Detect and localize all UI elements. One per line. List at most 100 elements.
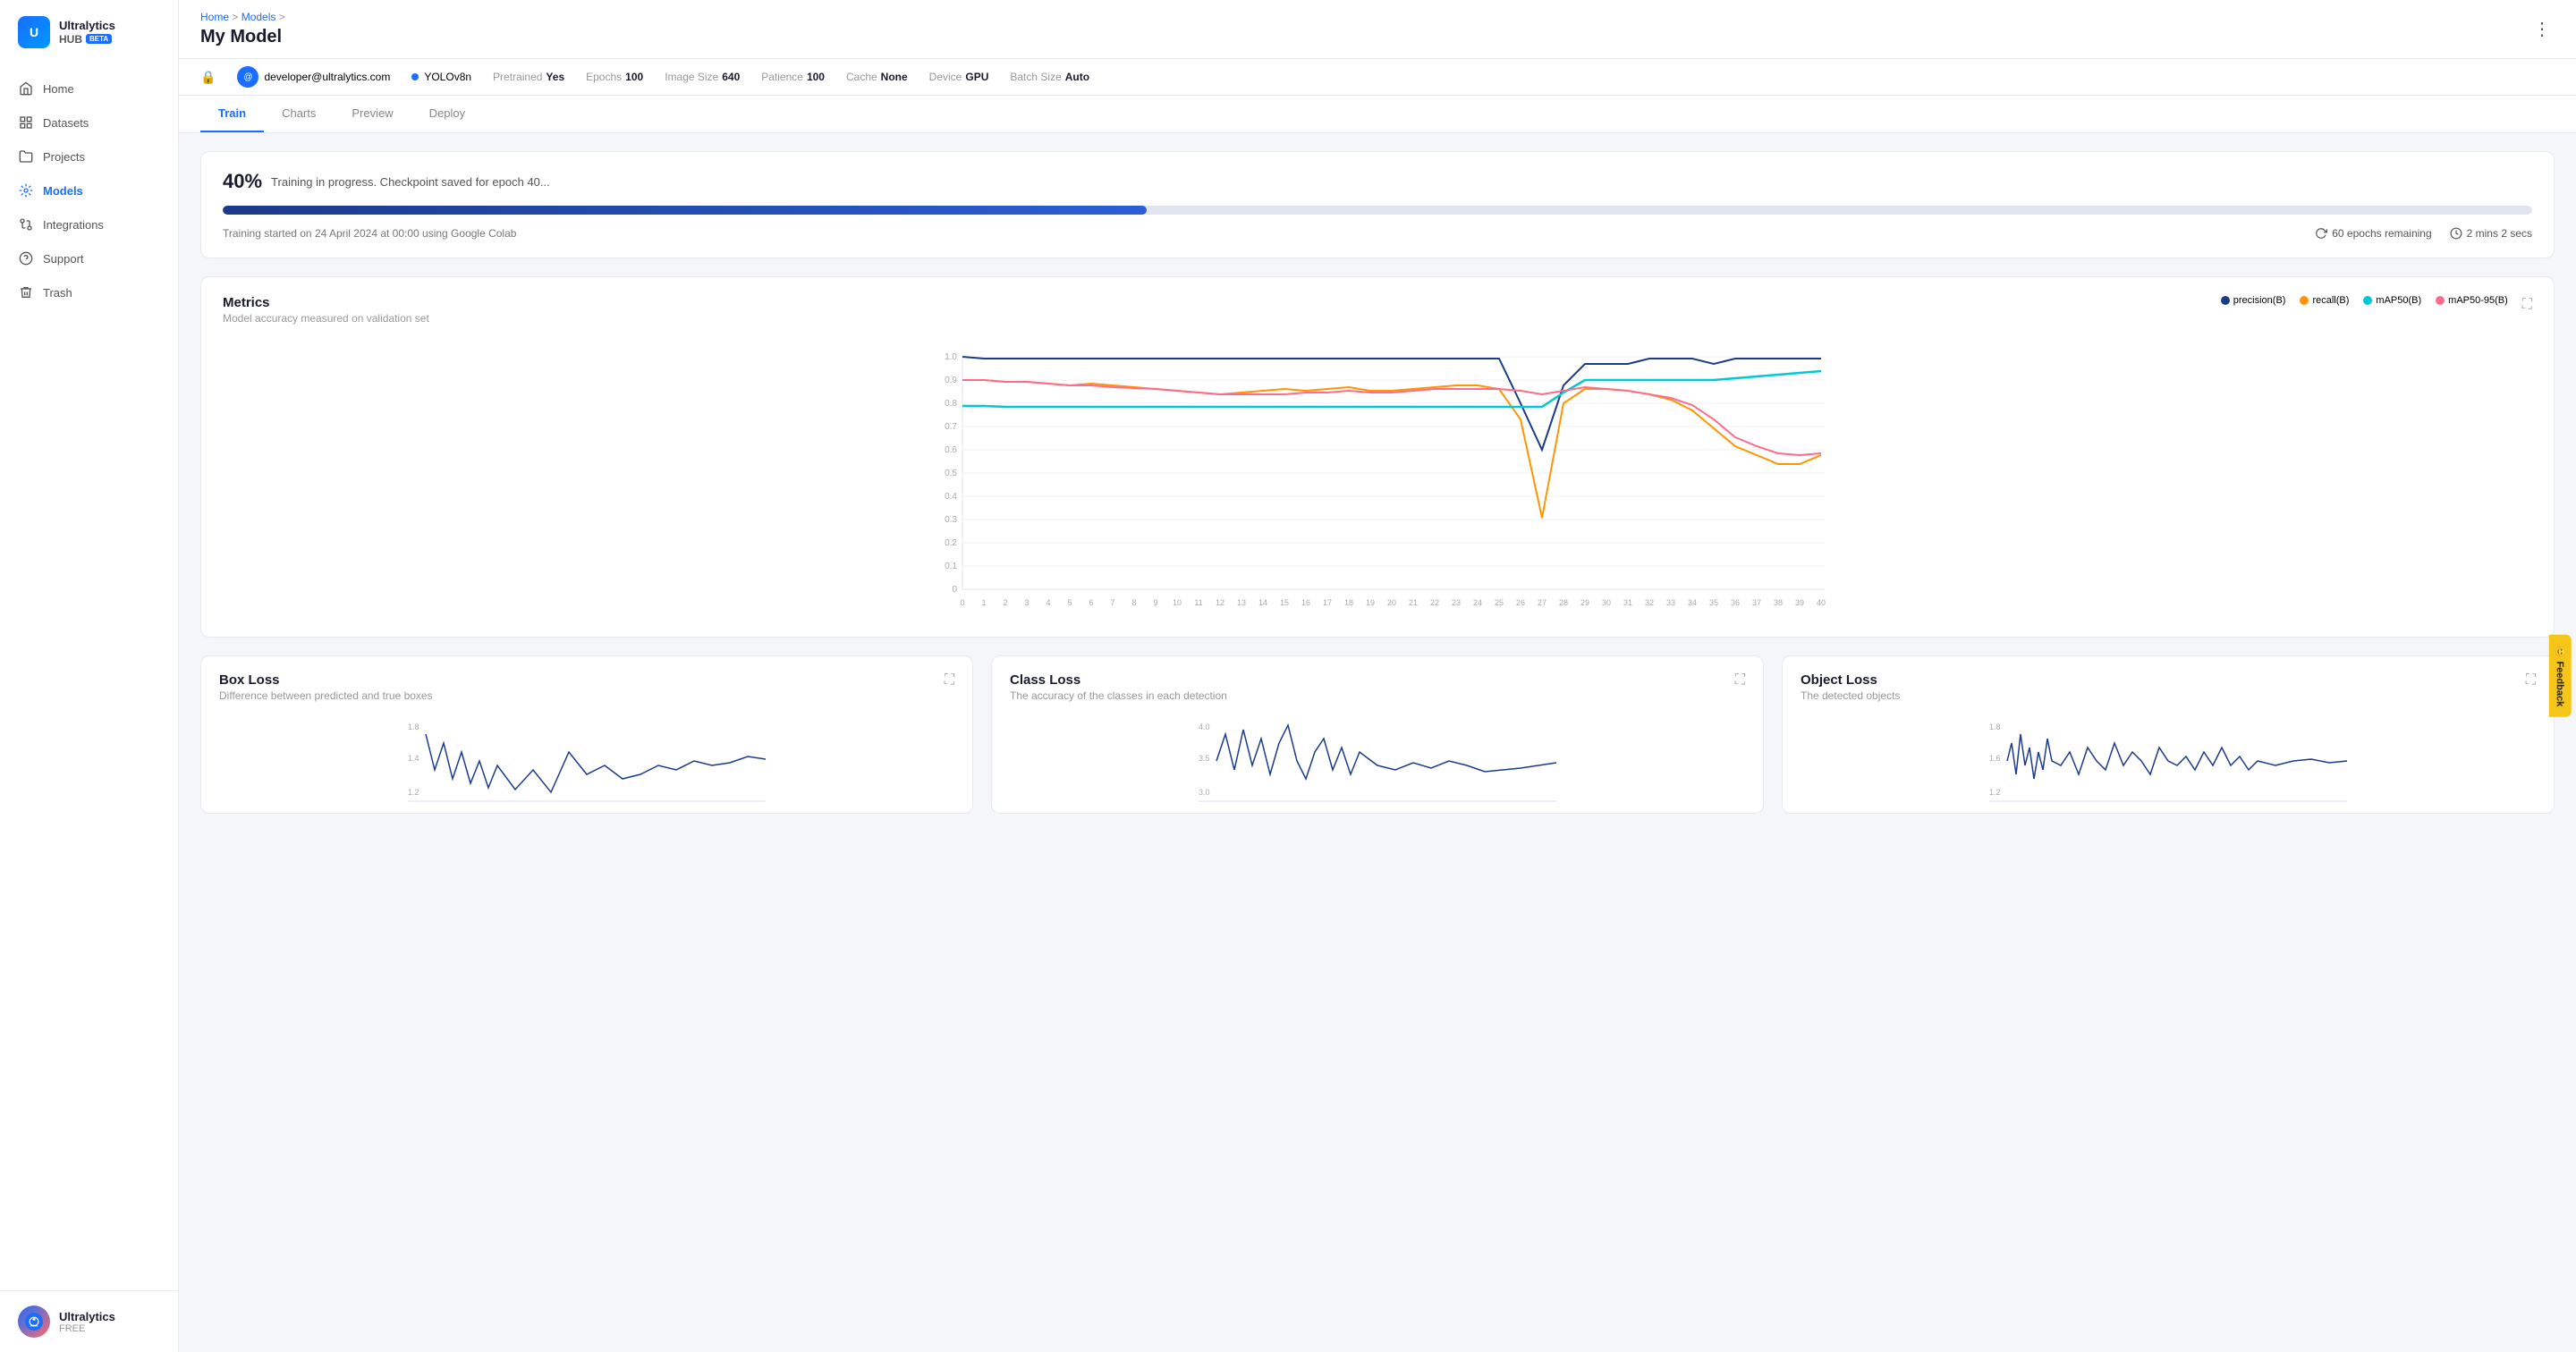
- svg-text:21: 21: [1409, 598, 1418, 607]
- user-badge: @ developer@ultralytics.com: [237, 66, 390, 88]
- svg-text:9: 9: [1153, 598, 1157, 607]
- svg-text:15: 15: [1280, 598, 1289, 607]
- models-icon: [18, 182, 34, 199]
- image-size-label: Image Size: [665, 71, 718, 83]
- sidebar-item-models[interactable]: Models: [0, 173, 178, 207]
- sidebar-item-integrations[interactable]: Integrations: [0, 207, 178, 241]
- svg-text:5: 5: [1067, 598, 1072, 607]
- box-loss-title: Box Loss: [219, 672, 433, 688]
- model-info-bar: 🔒 @ developer@ultralytics.com YOLOv8n Pr…: [179, 59, 2576, 96]
- legend-map50: mAP50(B): [2363, 295, 2421, 306]
- svg-text:37: 37: [1752, 598, 1761, 607]
- legend-dot-recall: [2300, 296, 2309, 305]
- svg-text:1.4: 1.4: [408, 754, 419, 763]
- class-loss-title: Class Loss: [1010, 672, 1227, 688]
- svg-text:38: 38: [1774, 598, 1783, 607]
- sidebar-item-trash-label: Trash: [43, 286, 72, 300]
- feedback-button[interactable]: 😊 Feedback: [2548, 635, 2571, 717]
- sidebar-nav: Home Datasets Projects: [0, 64, 178, 1290]
- logo-name: Ultralytics: [59, 19, 115, 33]
- svg-text:28: 28: [1559, 598, 1568, 607]
- svg-text:1.6: 1.6: [1989, 754, 2001, 763]
- epochs-value: 100: [625, 71, 643, 83]
- svg-text:7: 7: [1110, 598, 1114, 607]
- svg-text:26: 26: [1516, 598, 1525, 607]
- logo-hub-text: HUB: [59, 33, 82, 46]
- sidebar-footer: Ultralytics FREE: [0, 1290, 178, 1352]
- cache-value: None: [881, 71, 908, 83]
- sidebar-item-home[interactable]: Home: [0, 72, 178, 106]
- svg-text:0.3: 0.3: [945, 515, 957, 525]
- object-loss-svg: 1.8 1.6 1.2: [1801, 716, 2536, 806]
- image-size-value: 640: [722, 71, 740, 83]
- projects-icon: [18, 148, 34, 165]
- sidebar-item-datasets-label: Datasets: [43, 116, 89, 130]
- recall-line: [962, 380, 1821, 518]
- training-footer: Training started on 24 April 2024 at 00:…: [223, 227, 2532, 240]
- metrics-title-group: Metrics Model accuracy measured on valid…: [223, 295, 429, 325]
- svg-text:29: 29: [1580, 598, 1589, 607]
- training-header: 40% Training in progress. Checkpoint sav…: [223, 170, 2532, 193]
- svg-text:25: 25: [1495, 598, 1504, 607]
- logo-hub: HUB BETA: [59, 33, 115, 46]
- svg-text:19: 19: [1366, 598, 1375, 607]
- image-size-meta: Image Size 640: [665, 71, 740, 83]
- legend-label-map50: mAP50(B): [2376, 295, 2421, 306]
- box-loss-card: Box Loss Difference between predicted an…: [200, 655, 973, 814]
- svg-text:6: 6: [1089, 598, 1093, 607]
- metrics-expand-button[interactable]: ⛶: [2522, 297, 2532, 313]
- box-loss-subtitle: Difference between predicted and true bo…: [219, 689, 433, 702]
- more-options-button[interactable]: ⋮: [2529, 14, 2555, 44]
- sidebar-item-models-label: Models: [43, 184, 83, 198]
- svg-text:4.0: 4.0: [1199, 722, 1210, 731]
- tab-charts[interactable]: Charts: [264, 96, 334, 132]
- chart-legend: precision(B) recall(B) mAP50(B) mAP: [2221, 295, 2508, 306]
- time-remaining-text: 2 mins 2 secs: [2467, 227, 2532, 240]
- clock-icon: [2450, 227, 2462, 240]
- breadcrumb-home[interactable]: Home: [200, 11, 229, 23]
- sidebar-item-support[interactable]: Support: [0, 241, 178, 275]
- legend-precision: precision(B): [2221, 295, 2286, 306]
- object-loss-title: Object Loss: [1801, 672, 1900, 688]
- legend-dot-map50-95: [2436, 296, 2445, 305]
- metrics-title: Metrics: [223, 295, 429, 310]
- yolo-badge: YOLOv8n: [411, 71, 471, 83]
- yolo-dot-icon: [411, 73, 419, 80]
- legend-label-map50-95: mAP50-95(B): [2448, 295, 2508, 306]
- beta-badge: BETA: [86, 34, 112, 44]
- svg-text:0.9: 0.9: [945, 376, 957, 385]
- legend-label-precision: precision(B): [2233, 295, 2286, 306]
- patience-label: Patience: [761, 71, 803, 83]
- sidebar-item-projects[interactable]: Projects: [0, 139, 178, 173]
- breadcrumb-models[interactable]: Models: [242, 11, 276, 23]
- cache-meta: Cache None: [846, 71, 908, 83]
- training-date: Training started on 24 April 2024 at 00:…: [223, 227, 516, 240]
- tab-preview[interactable]: Preview: [334, 96, 411, 132]
- svg-text:10: 10: [1173, 598, 1182, 607]
- sidebar-item-trash[interactable]: Trash: [0, 275, 178, 309]
- box-loss-header: Box Loss Difference between predicted an…: [219, 672, 954, 702]
- sidebar-item-home-label: Home: [43, 82, 74, 96]
- sidebar-item-datasets[interactable]: Datasets: [0, 106, 178, 139]
- class-loss-expand-button[interactable]: ⛶: [1735, 672, 1745, 689]
- patience-value: 100: [807, 71, 825, 83]
- svg-text:1.2: 1.2: [408, 788, 419, 797]
- patience-meta: Patience 100: [761, 71, 825, 83]
- tab-deploy[interactable]: Deploy: [411, 96, 483, 132]
- tab-train[interactable]: Train: [200, 96, 264, 132]
- batch-size-value: Auto: [1065, 71, 1089, 83]
- svg-text:2: 2: [1003, 598, 1007, 607]
- sidebar-item-integrations-label: Integrations: [43, 218, 104, 232]
- pretrained-value: Yes: [546, 71, 564, 83]
- svg-text:39: 39: [1795, 598, 1804, 607]
- datasets-icon: [18, 114, 34, 131]
- svg-text:12: 12: [1216, 598, 1224, 607]
- svg-text:17: 17: [1323, 598, 1332, 607]
- box-loss-expand-button[interactable]: ⛶: [945, 672, 954, 689]
- lock-icon: 🔒: [200, 70, 216, 85]
- svg-text:0.7: 0.7: [945, 422, 957, 432]
- class-loss-svg: 4.0 3.5 3.0: [1010, 716, 1745, 806]
- sidebar-item-support-label: Support: [43, 252, 84, 266]
- object-loss-expand-button[interactable]: ⛶: [2526, 672, 2536, 689]
- legend-recall: recall(B): [2300, 295, 2349, 306]
